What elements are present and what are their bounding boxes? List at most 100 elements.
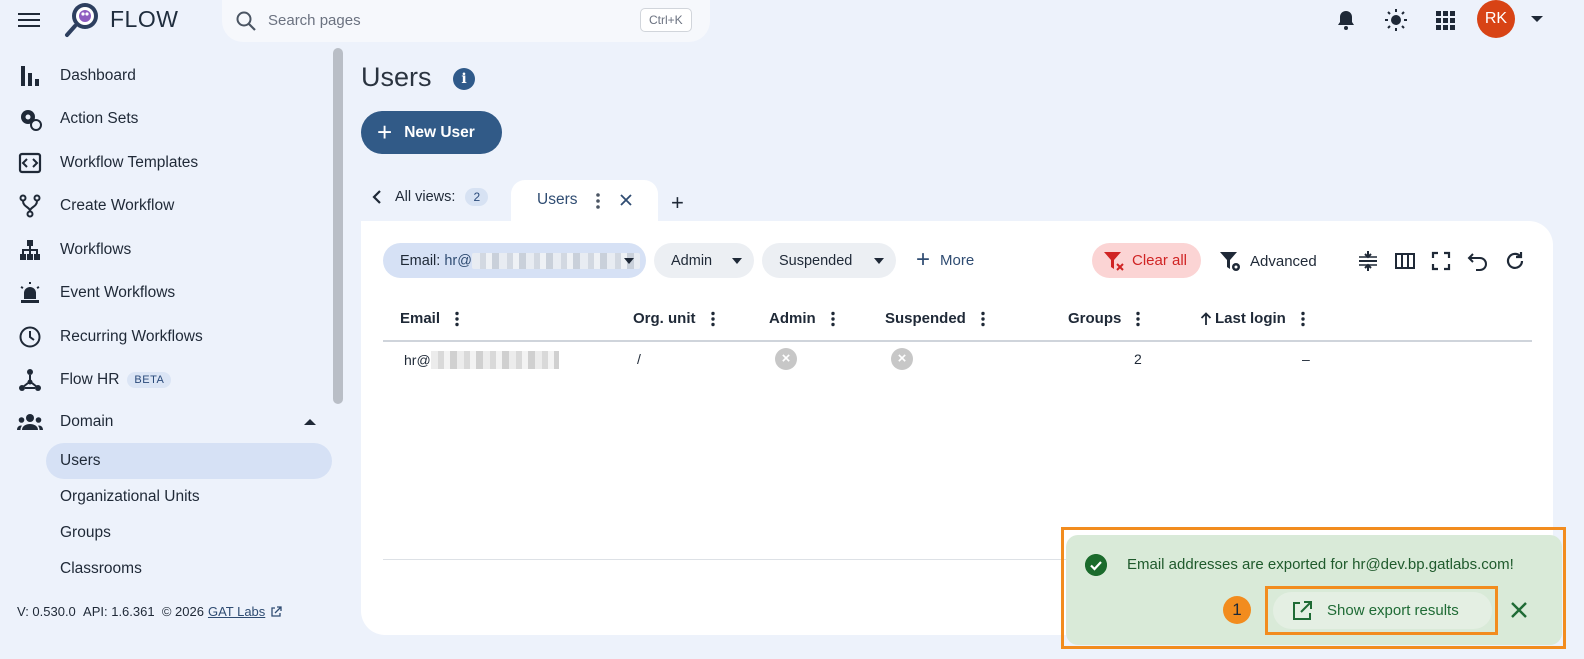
admin-false-icon: × xyxy=(775,348,797,370)
email-filter-value: hr@ xyxy=(444,252,472,269)
column-label: Suspended xyxy=(885,310,966,327)
sidebar-item-dashboard[interactable]: Dashboard xyxy=(16,58,336,94)
user-avatar[interactable]: RK xyxy=(1477,0,1515,38)
search-bar[interactable]: Ctrl+K xyxy=(222,0,710,42)
more-label: More xyxy=(940,251,975,269)
tab-label: Users xyxy=(537,191,578,208)
more-vert-icon[interactable] xyxy=(830,311,836,327)
sidebar-item-label: Create Workflow xyxy=(60,197,175,214)
open-in-new-icon xyxy=(1293,600,1312,620)
clear-all-button[interactable]: Clear all xyxy=(1092,243,1201,278)
chevron-up-icon[interactable] xyxy=(304,419,316,425)
new-user-button[interactable]: + New User xyxy=(361,111,502,154)
cell-email: hr@ xyxy=(404,352,431,368)
more-filters-button[interactable]: + More xyxy=(916,248,975,272)
bell-icon[interactable] xyxy=(1334,8,1358,32)
sidebar-item-create-workflow[interactable]: Create Workflow xyxy=(16,188,336,224)
more-vert-icon[interactable] xyxy=(1300,311,1306,327)
menu-icon[interactable] xyxy=(18,10,40,30)
table-row-email-cell[interactable]: hr@ xyxy=(404,351,559,369)
external-link-icon xyxy=(271,605,282,617)
clock-icon xyxy=(19,326,41,348)
columns-icon[interactable] xyxy=(1394,250,1416,272)
chevron-down-icon[interactable] xyxy=(1531,16,1543,22)
advanced-filter-button[interactable]: Advanced xyxy=(1218,249,1317,273)
undo-icon[interactable] xyxy=(1467,250,1489,272)
hr-network-icon xyxy=(19,369,41,391)
refresh-icon[interactable] xyxy=(1504,250,1526,272)
column-header-last-login[interactable]: Last login xyxy=(1200,310,1306,327)
close-icon[interactable] xyxy=(1508,599,1530,621)
show-export-results-button[interactable]: Show export results xyxy=(1273,592,1492,629)
more-vert-icon[interactable] xyxy=(595,192,601,210)
suspended-filter-label: Suspended xyxy=(779,252,853,269)
sidebar-item-label: Dashboard xyxy=(60,67,136,84)
step-number-badge: 1 xyxy=(1223,596,1251,624)
apps-grid-icon[interactable] xyxy=(1433,8,1457,32)
sidebar-item-workflows[interactable]: Workflows xyxy=(16,232,336,268)
column-label: Groups xyxy=(1068,310,1122,327)
gat-labs-link[interactable]: GAT Labs xyxy=(208,604,265,619)
views-count-badge: 2 xyxy=(465,188,489,206)
info-icon[interactable]: i xyxy=(453,68,475,90)
more-vert-icon[interactable] xyxy=(710,311,716,327)
column-header-suspended[interactable]: Suspended xyxy=(885,310,986,327)
toast-message: Email addresses are exported for hr@dev.… xyxy=(1127,556,1514,573)
group-icon xyxy=(17,414,43,430)
column-header-org-unit[interactable]: Org. unit xyxy=(633,310,716,327)
tab-users[interactable]: Users xyxy=(511,180,658,222)
sidebar-item-action-sets[interactable]: Action Sets xyxy=(16,101,336,137)
sidebar-item-label: Domain xyxy=(60,413,114,430)
sidebar-item-recurring-workflows[interactable]: Recurring Workflows xyxy=(16,319,336,355)
sidebar-subitem-organizational-units[interactable]: Organizational Units xyxy=(46,479,332,515)
branch-icon xyxy=(19,194,41,218)
table-header-divider xyxy=(383,340,1532,342)
more-vert-icon[interactable] xyxy=(454,311,460,327)
sidebar-item-label: Event Workflows xyxy=(60,284,176,301)
fullscreen-icon[interactable] xyxy=(1430,250,1452,272)
all-views-toggle[interactable]: All views: 2 xyxy=(371,188,489,206)
email-filter-chip[interactable]: Email: hr@ xyxy=(383,243,646,278)
redacted-text xyxy=(471,252,640,269)
sidebar-item-label: Workflows xyxy=(60,241,132,258)
sidebar-subitem-groups[interactable]: Groups xyxy=(46,515,332,551)
column-header-admin[interactable]: Admin xyxy=(769,310,836,327)
email-filter-label: Email: xyxy=(400,252,441,269)
column-label: Org. unit xyxy=(633,310,696,327)
caret-down-icon xyxy=(732,258,742,264)
sidebar-item-domain[interactable]: Domain xyxy=(16,404,336,440)
clear-all-label: Clear all xyxy=(1132,252,1188,269)
sidebar-item-label: Flow HR xyxy=(60,371,120,388)
column-header-groups[interactable]: Groups xyxy=(1068,310,1141,327)
search-input[interactable] xyxy=(268,8,628,32)
more-vert-icon[interactable] xyxy=(980,311,986,327)
column-label: Last login xyxy=(1215,310,1286,327)
sidebar-subitem-users[interactable]: Users xyxy=(46,443,332,479)
page-title: Users xyxy=(361,62,432,92)
add-tab-button[interactable]: + xyxy=(671,190,684,216)
brand-name: FLOW xyxy=(110,6,179,32)
search-shortcut-hint: Ctrl+K xyxy=(640,8,692,32)
column-header-email[interactable]: Email xyxy=(400,310,460,327)
sidebar-item-event-workflows[interactable]: Event Workflows xyxy=(16,275,336,311)
brightness-icon[interactable] xyxy=(1384,8,1408,32)
sidebar-item-workflow-templates[interactable]: Workflow Templates xyxy=(16,145,336,181)
sidebar-item-label: Workflow Templates xyxy=(60,154,199,171)
admin-filter-chip[interactable]: Admin xyxy=(654,243,754,278)
alarm-light-icon xyxy=(20,282,40,303)
plus-icon: + xyxy=(377,116,393,147)
sidebar-scrollbar[interactable] xyxy=(333,48,343,404)
sidebar-subitem-classrooms[interactable]: Classrooms xyxy=(46,551,332,587)
close-icon[interactable] xyxy=(619,193,633,207)
table-footer-divider xyxy=(383,559,1083,560)
density-icon[interactable] xyxy=(1357,250,1379,272)
filter-remove-icon xyxy=(1104,251,1124,271)
cell-last-login: – xyxy=(1302,351,1310,367)
cell-groups: 2 xyxy=(1134,351,1142,367)
suspended-filter-chip[interactable]: Suspended xyxy=(762,243,896,278)
more-vert-icon[interactable] xyxy=(1135,311,1141,327)
check-circle-icon xyxy=(1085,554,1107,576)
sidebar-item-label: Action Sets xyxy=(60,110,139,127)
sidebar-item-flow-hr[interactable]: Flow HR BETA xyxy=(16,362,336,398)
all-views-label: All views: xyxy=(395,189,456,205)
